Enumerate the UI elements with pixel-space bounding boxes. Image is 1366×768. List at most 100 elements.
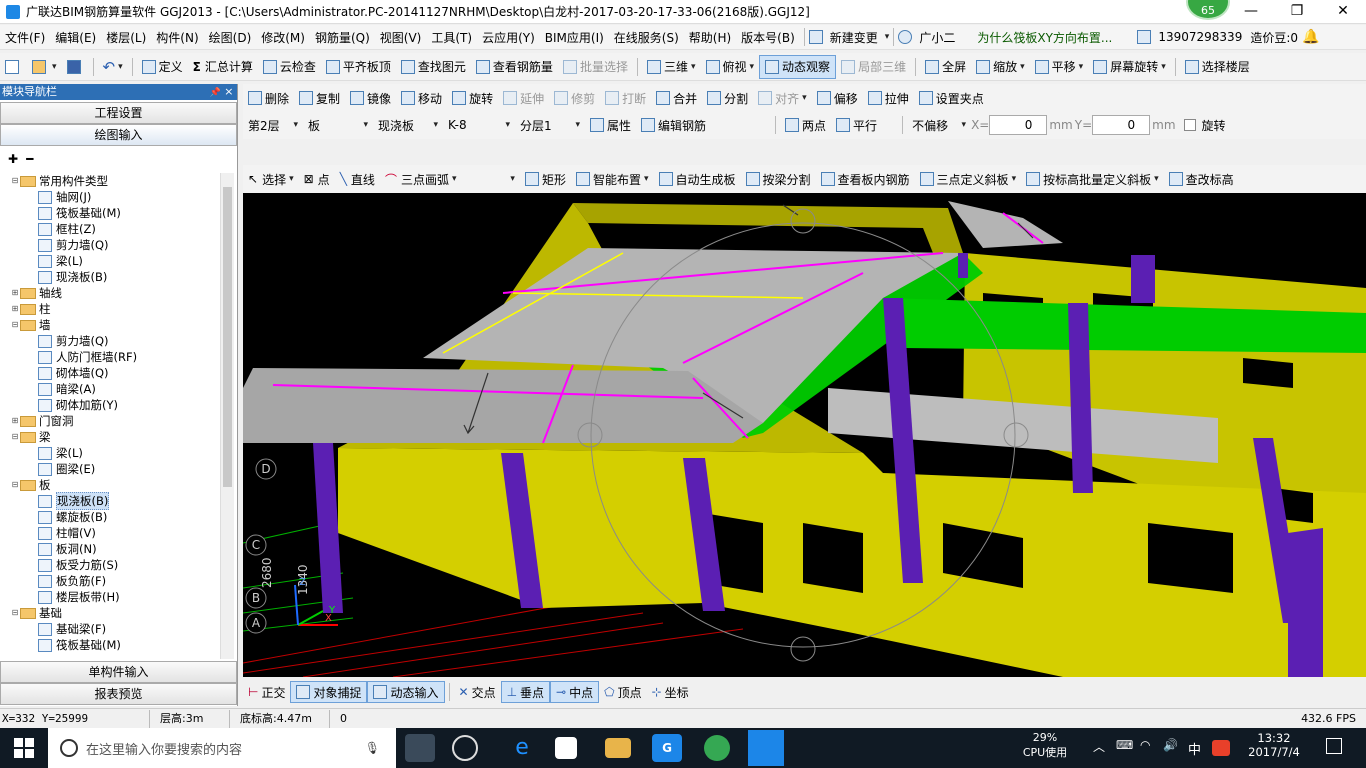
tree-item[interactable]: 梁(L) — [0, 445, 236, 461]
menu-file[interactable]: 文件(F) — [0, 29, 50, 46]
menu-floor[interactable]: 楼层(L) — [101, 29, 151, 46]
project-settings-button[interactable]: 工程设置 — [0, 102, 237, 124]
floor-select[interactable]: 第2层 ▾ — [243, 113, 303, 137]
drawing-input-button[interactable]: 绘图输入 — [0, 124, 237, 146]
tree-item[interactable]: 螺旋板(B) — [0, 509, 236, 525]
tree-toggle-icon[interactable]: ⊞ — [10, 285, 20, 301]
dynamic-view-button[interactable]: 动态观察 — [759, 54, 837, 79]
minimize-button[interactable]: — — [1228, 0, 1274, 23]
set-point-button[interactable]: 设置夹点 — [914, 86, 989, 110]
store-icon[interactable] — [555, 737, 577, 759]
edit-rebar-button[interactable]: 编辑钢筋 — [636, 113, 711, 137]
browser-360-icon[interactable] — [704, 735, 730, 761]
tree-folder[interactable]: ⊟ 常用构件类型 — [0, 173, 236, 189]
volume-icon[interactable]: 🔊 — [1163, 738, 1178, 752]
menu-cloud[interactable]: 云应用(Y) — [477, 29, 540, 46]
taskbar-search[interactable]: 在这里输入你要搜索的内容 🎙 — [48, 728, 396, 768]
tree-item[interactable]: 现浇板(B) — [0, 269, 236, 285]
view-rebar-button[interactable]: 查看钢筋量 — [471, 55, 558, 79]
report-preview-button[interactable]: 报表预览 — [0, 683, 237, 705]
tree-item[interactable]: 筏板基础(M) — [0, 205, 236, 221]
local3d-button[interactable]: 局部三维 — [836, 55, 911, 79]
menu-view[interactable]: 视图(V) — [375, 29, 427, 46]
x-input[interactable]: 0 — [989, 115, 1048, 135]
tree-item[interactable]: 梁(L) — [0, 253, 236, 269]
break-button[interactable]: 打断 — [600, 86, 651, 110]
collapse-all-icon[interactable]: ━ — [26, 152, 33, 166]
tree-toggle-icon[interactable]: ⊞ — [10, 413, 20, 429]
close-button[interactable]: ✕ — [1320, 0, 1366, 23]
save-icon[interactable] — [62, 55, 89, 79]
tree-folder[interactable]: ⊟ 墙 — [0, 317, 236, 333]
cloud-check-button[interactable]: 云检查 — [258, 55, 321, 79]
clock[interactable]: 13:32 2017/7/4 — [1240, 731, 1308, 759]
tree-item[interactable]: 现浇板(B) — [0, 492, 236, 510]
element-select[interactable]: K-8 ▾ — [443, 113, 515, 137]
three-point-slope-button[interactable]: 三点定义斜板 ▾ — [915, 167, 1022, 191]
offset-mode-select[interactable]: 不偏移 ▾ — [907, 113, 971, 137]
wifi-icon[interactable]: ◠ — [1140, 738, 1150, 752]
extend-button[interactable]: 延伸 — [498, 86, 549, 110]
tree-item[interactable]: 楼层板带(H) — [0, 589, 236, 605]
tree-item[interactable]: 剪力墙(Q) — [0, 237, 236, 253]
menu-version[interactable]: 版本号(B) — [736, 29, 800, 46]
menu-tools[interactable]: 工具(T) — [426, 29, 477, 46]
layer-select[interactable]: 分层1 ▾ — [515, 113, 585, 137]
menu-component[interactable]: 构件(N) — [151, 29, 203, 46]
midpoint-button[interactable]: ⊸ 中点 — [550, 681, 600, 703]
tree-item[interactable]: 砌体加筋(Y) — [0, 397, 236, 413]
arc-button[interactable]: ⌒ 三点画弧 ▾ ▾ — [380, 167, 520, 191]
panel-close-icon[interactable]: × — [224, 85, 233, 98]
glodon-icon[interactable]: G — [652, 734, 682, 762]
cpu-meter[interactable]: 29% CPU使用 — [1010, 731, 1080, 760]
align-top-button[interactable]: 平齐板顶 — [321, 55, 396, 79]
intersection-button[interactable]: ✕ 交点 — [454, 684, 501, 701]
select-floor-button[interactable]: 选择楼层 — [1180, 55, 1255, 79]
explorer-icon[interactable] — [605, 738, 631, 758]
line-button[interactable]: ╲ 直线 — [335, 167, 380, 191]
new-change-button[interactable]: 新建变更 — [826, 29, 882, 46]
edit-elevation-button[interactable]: 查改标高 — [1164, 167, 1239, 191]
microphone-icon[interactable]: 🎙 — [365, 741, 380, 755]
menu-edit[interactable]: 编辑(E) — [50, 29, 101, 46]
notification-center-icon[interactable] — [1326, 738, 1342, 754]
menu-help[interactable]: 帮助(H) — [684, 29, 736, 46]
rotate-checkbox[interactable] — [1183, 119, 1196, 131]
3d-viewport[interactable]: D C B A 2680 1340 Y X Z — [243, 193, 1366, 677]
ggj-active-icon[interactable] — [748, 730, 784, 766]
tree-folder[interactable]: ⊟ 板 — [0, 477, 236, 493]
menu-online[interactable]: 在线服务(S) — [609, 29, 684, 46]
tree-toggle-icon[interactable]: ⊞ — [10, 301, 20, 317]
ortho-button[interactable]: ⊢ 正交 — [243, 684, 290, 701]
category-select[interactable]: 板 ▾ — [303, 113, 373, 137]
assistant-button[interactable]: 广小二 — [915, 29, 959, 46]
tree-item[interactable]: 板洞(N) — [0, 541, 236, 557]
view3d-button[interactable]: 三维 ▾ — [642, 55, 701, 79]
tree-item[interactable]: 人防门框墙(RF) — [0, 349, 236, 365]
summary-button[interactable]: Σ 汇总计算 — [188, 55, 258, 79]
trim-button[interactable]: 修剪 — [549, 86, 600, 110]
select-button[interactable]: ↖ 选择 ▾ — [243, 167, 299, 191]
tray-chevron-icon[interactable]: ︿ — [1093, 738, 1105, 755]
top-view-button[interactable]: 俯视 ▾ — [701, 55, 760, 79]
tree-item[interactable]: 板负筋(F) — [0, 573, 236, 589]
perpendicular-button[interactable]: ⊥ 垂点 — [500, 681, 551, 703]
bell-icon[interactable]: 🔔 — [1302, 29, 1319, 45]
3d-model-canvas[interactable]: D C B A 2680 1340 Y X Z — [243, 193, 1366, 677]
tree-item[interactable]: 轴网(J) — [0, 189, 236, 205]
auto-slab-button[interactable]: 自动生成板 — [654, 167, 741, 191]
smart-layout-button[interactable]: 智能布置 ▾ — [571, 167, 654, 191]
tree-toggle-icon[interactable]: ⊟ — [10, 317, 20, 333]
coordinate-button[interactable]: ⊹ 坐标 — [647, 684, 694, 701]
faq-link[interactable]: 为什么筏板XY方向布置... — [973, 29, 1123, 46]
tree-item[interactable]: 柱帽(V) — [0, 525, 236, 541]
start-button[interactable] — [14, 738, 34, 758]
tree-toggle-icon[interactable]: ⊟ — [10, 429, 20, 445]
expand-all-icon[interactable]: ✚ — [8, 152, 18, 166]
tree-item[interactable]: 暗梁(A) — [0, 381, 236, 397]
object-snap-button[interactable]: 对象捕捉 — [290, 681, 368, 703]
copy-button[interactable]: 复制 — [294, 86, 345, 110]
zoom-button[interactable]: 缩放 ▾ — [971, 55, 1030, 79]
undo-icon[interactable]: ↶ ▾ — [98, 55, 128, 79]
menu-bim[interactable]: BIM应用(I) — [540, 29, 609, 46]
